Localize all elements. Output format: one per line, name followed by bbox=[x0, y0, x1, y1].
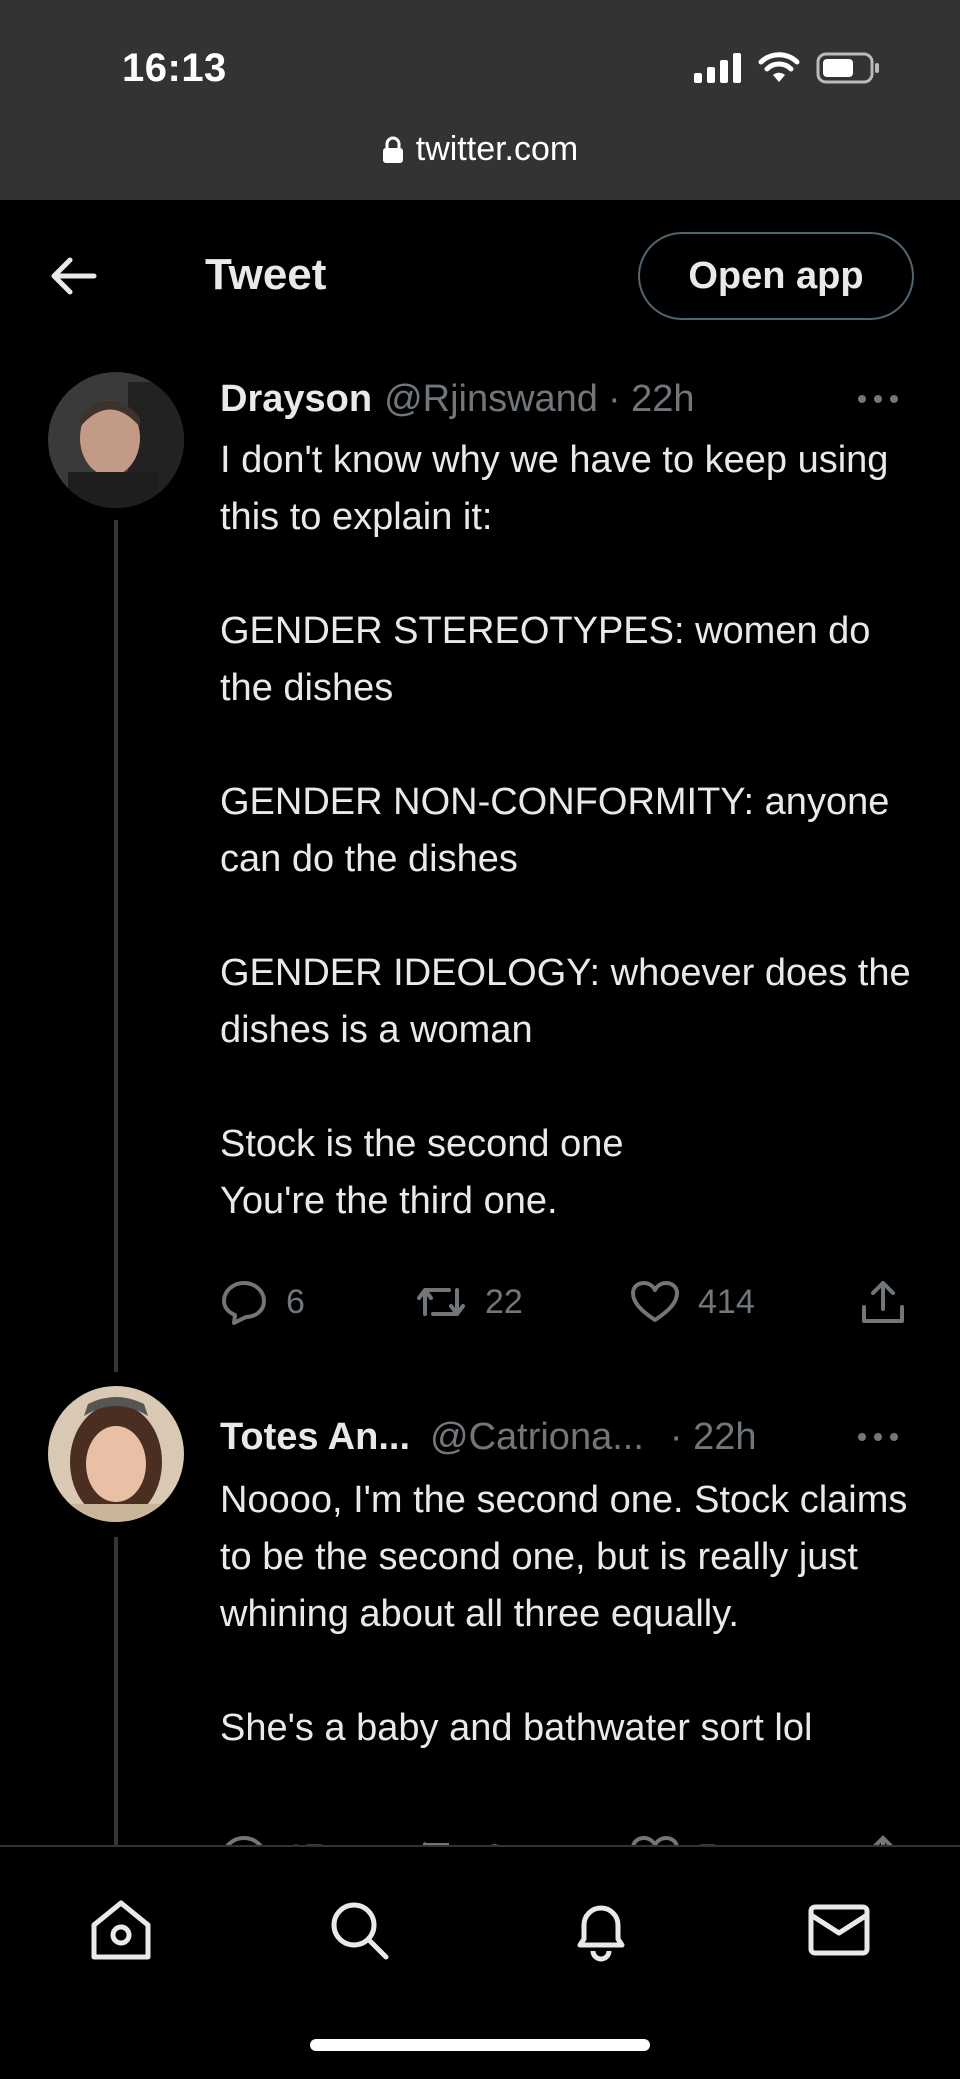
like-count: 414 bbox=[698, 1282, 755, 1321]
nav-home[interactable] bbox=[88, 1897, 154, 1968]
signal-icon bbox=[694, 53, 741, 83]
nav-messages[interactable] bbox=[806, 1897, 872, 1968]
more-icon[interactable] bbox=[856, 1420, 900, 1454]
avatar[interactable] bbox=[48, 1386, 184, 1522]
reply-count: 17 bbox=[286, 1838, 324, 1846]
retweet-button[interactable]: 22 bbox=[415, 1280, 523, 1324]
ios-status-and-url: 16:13 twitter.com bbox=[0, 0, 960, 200]
open-app-button[interactable]: Open app bbox=[638, 232, 914, 320]
author-handle[interactable]: @Catriona... bbox=[430, 1416, 644, 1459]
page-title: Tweet bbox=[205, 250, 327, 299]
tweet-actions: 17 2 7 bbox=[220, 1827, 920, 1845]
home-indicator bbox=[310, 2039, 650, 2051]
heart-icon bbox=[631, 1281, 679, 1322]
nav-notifications[interactable] bbox=[568, 1897, 634, 1968]
retweet-button[interactable]: 2 bbox=[415, 1835, 504, 1845]
reply-count: 6 bbox=[286, 1282, 305, 1321]
tweet-actions: 6 22 414 bbox=[220, 1272, 920, 1332]
search-icon bbox=[331, 1902, 389, 1960]
author-name[interactable]: Totes An... bbox=[220, 1416, 410, 1459]
author-handle[interactable]: @Rjinswand bbox=[384, 378, 598, 421]
back-button[interactable] bbox=[46, 252, 98, 305]
share-icon bbox=[873, 1835, 893, 1845]
author-name[interactable]: Drayson bbox=[220, 378, 372, 421]
tweet-text: Noooo, I'm the second one. Stock claims … bbox=[220, 1479, 908, 1749]
lock-icon bbox=[382, 136, 403, 163]
retweet-icon bbox=[417, 1288, 465, 1316]
retweet-count: 22 bbox=[485, 1282, 523, 1321]
messages-icon bbox=[808, 1904, 870, 1956]
home-icon bbox=[91, 1900, 151, 1960]
app-header: Tweet Open app bbox=[0, 200, 960, 352]
reply-icon bbox=[225, 1835, 263, 1845]
arrow-left-icon bbox=[51, 257, 97, 295]
reply-button[interactable]: 17 bbox=[220, 1834, 324, 1845]
thread-line bbox=[114, 1537, 118, 1845]
share-button[interactable] bbox=[860, 1834, 906, 1845]
tweet-text: I don't know why we have to keep using t… bbox=[220, 439, 911, 1222]
tweet[interactable]: Totes An... @Catriona... · 22h Noooo, I'… bbox=[0, 1372, 960, 1845]
like-button[interactable]: 7 bbox=[630, 1835, 717, 1845]
tweet-time[interactable]: · 22h bbox=[608, 378, 695, 421]
tweet[interactable]: Drayson @Rjinswand · 22h I don't know wh… bbox=[0, 352, 960, 1372]
battery-icon bbox=[816, 52, 879, 84]
status-time: 16:13 bbox=[122, 46, 227, 90]
tweet-header: Totes An... @Catriona... · 22h bbox=[220, 1412, 920, 1462]
avatar[interactable] bbox=[48, 372, 184, 508]
wifi-icon bbox=[758, 52, 800, 82]
retweet-count: 2 bbox=[485, 1838, 504, 1846]
share-icon bbox=[862, 1281, 904, 1323]
url-bar[interactable]: twitter.com bbox=[0, 130, 960, 169]
like-count: 7 bbox=[698, 1838, 717, 1846]
like-button[interactable]: 414 bbox=[630, 1280, 755, 1324]
nav-search[interactable] bbox=[326, 1897, 392, 1968]
tweet-header: Drayson @Rjinswand · 22h bbox=[220, 374, 920, 424]
reply-button[interactable]: 6 bbox=[220, 1279, 305, 1325]
reply-icon bbox=[222, 1281, 266, 1325]
status-icons bbox=[694, 52, 880, 84]
share-button[interactable] bbox=[860, 1279, 906, 1325]
heart-icon bbox=[631, 1835, 679, 1845]
notifications-icon bbox=[577, 1905, 625, 1962]
retweet-icon bbox=[422, 1841, 449, 1845]
more-icon[interactable] bbox=[856, 382, 900, 416]
tweet-time[interactable]: · 22h bbox=[670, 1416, 757, 1459]
url-text: twitter.com bbox=[415, 130, 579, 168]
thread-line bbox=[114, 520, 118, 1372]
